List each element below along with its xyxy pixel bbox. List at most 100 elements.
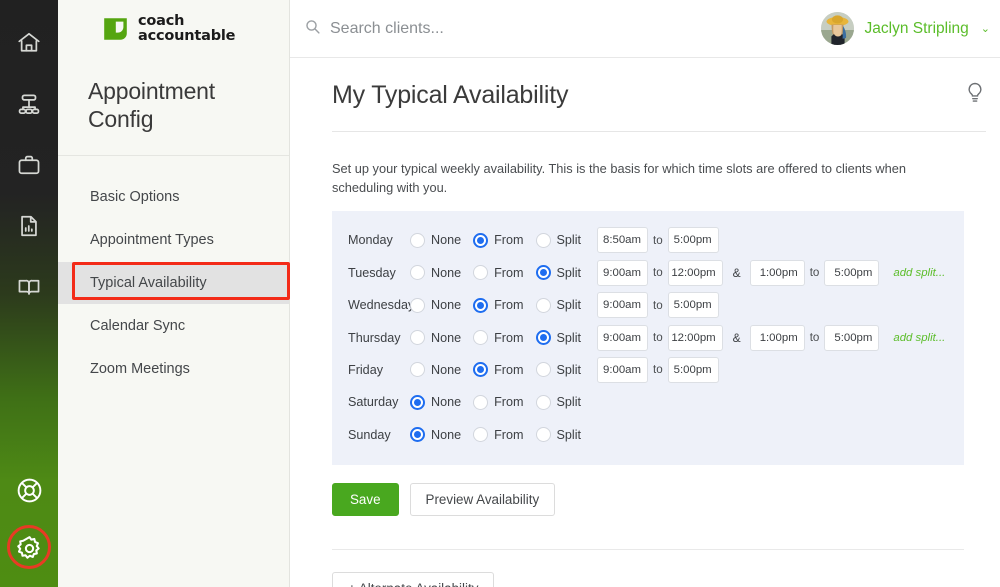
to-label: to — [653, 266, 663, 280]
radio-split-input[interactable] — [535, 232, 551, 248]
radio-none[interactable]: None — [410, 232, 461, 248]
radio-from-input[interactable] — [473, 297, 489, 313]
end-time-input[interactable]: 12:00pm — [667, 324, 723, 351]
sidebar-item-appointment-types[interactable]: Appointment Types — [58, 219, 289, 261]
start-time-input[interactable]: 9:00am — [597, 259, 648, 286]
radio-from[interactable]: From — [473, 297, 524, 313]
radio-split[interactable]: Split — [535, 427, 581, 443]
radio-split[interactable]: Split — [535, 265, 581, 281]
split-start-time-input[interactable]: 1:00pm — [749, 259, 805, 286]
time-range: 9:00am to 5:00pm — [597, 356, 719, 383]
radio-none[interactable]: None — [410, 427, 461, 443]
to-label: to — [653, 298, 663, 312]
radio-none[interactable]: None — [410, 297, 461, 313]
radio-split[interactable]: Split — [535, 394, 581, 410]
radio-none[interactable]: None — [410, 362, 461, 378]
end-time-input[interactable]: 5:00pm — [667, 292, 719, 319]
chevron-down-icon[interactable]: ⌄ — [981, 22, 990, 35]
rail-item-clients[interactable] — [0, 134, 58, 195]
to-label: to — [809, 331, 820, 345]
ampersand-label: & — [732, 265, 741, 280]
start-time-input[interactable]: 9:00am — [597, 292, 648, 319]
radio-split-input[interactable] — [535, 265, 551, 281]
sidebar-item-zoom-meetings[interactable]: Zoom Meetings — [58, 348, 289, 390]
lightbulb-icon[interactable] — [964, 80, 986, 111]
add-split-link[interactable]: add split... — [893, 332, 945, 344]
radio-from[interactable]: From — [473, 362, 524, 378]
radio-from-input[interactable] — [473, 362, 489, 378]
brand-logo[interactable]: coach accountable — [58, 0, 289, 44]
radio-from[interactable]: From — [473, 232, 524, 248]
add-alternate-availability-button[interactable]: + Alternate Availability — [332, 571, 495, 587]
radio-from-input[interactable] — [473, 427, 489, 443]
search-field[interactable]: Search clients... — [304, 18, 821, 40]
radio-none-input[interactable] — [410, 232, 425, 248]
radio-none[interactable]: None — [410, 265, 461, 281]
radio-none-label: None — [431, 330, 462, 345]
radio-split[interactable]: Split — [535, 297, 581, 313]
start-time-input[interactable]: 9:00am — [597, 324, 648, 351]
mode-radio-group: None From Split — [410, 330, 593, 346]
split-end-time-input[interactable]: 5:00pm — [824, 259, 880, 286]
action-button-row: Save Preview Availability — [332, 482, 986, 516]
radio-split[interactable]: Split — [535, 232, 581, 248]
mode-radio-group: None From Split — [410, 362, 593, 378]
start-time-input[interactable]: 8:50am — [597, 227, 648, 254]
add-split-link[interactable]: add split... — [893, 267, 945, 279]
leaf-logo-icon — [102, 15, 129, 42]
rail-item-reports[interactable] — [0, 195, 58, 256]
rail-item-settings[interactable] — [0, 519, 58, 577]
radio-from-input[interactable] — [473, 394, 489, 410]
radio-from-input[interactable] — [473, 330, 489, 346]
availability-row-saturday: Saturday None From Split — [332, 386, 964, 418]
radio-none-input[interactable] — [410, 394, 425, 410]
split-end-time-input[interactable]: 5:00pm — [824, 324, 880, 351]
rail-item-teams[interactable] — [0, 73, 58, 134]
end-time-input[interactable]: 12:00pm — [667, 259, 723, 286]
radio-split-input[interactable] — [535, 362, 551, 378]
page-content: My Typical Availability Set up your typi… — [290, 58, 1000, 587]
rail-item-help[interactable] — [0, 461, 58, 519]
radio-from-label: From — [494, 298, 524, 313]
radio-none[interactable]: None — [410, 330, 462, 346]
radio-none-input[interactable] — [410, 265, 425, 281]
radio-none-input[interactable] — [410, 362, 425, 378]
sidebar-item-calendar-sync[interactable]: Calendar Sync — [58, 305, 289, 347]
radio-none-input[interactable] — [410, 330, 425, 346]
lifebuoy-help-icon — [15, 476, 44, 505]
user-menu[interactable]: Jaclyn Stripling ⌄ — [820, 12, 990, 45]
radio-split[interactable]: Split — [535, 362, 581, 378]
start-time-input[interactable]: 9:00am — [597, 356, 648, 383]
page-header: My Typical Availability — [332, 80, 986, 111]
radio-split-input[interactable] — [535, 297, 551, 313]
brand-line-1: coach — [138, 13, 185, 29]
radio-split-input[interactable] — [535, 330, 551, 346]
sidebar-item-typical-availability[interactable]: Typical Availability — [58, 262, 289, 304]
preview-availability-button[interactable]: Preview Availability — [409, 482, 556, 516]
radio-none[interactable]: None — [410, 394, 461, 410]
end-time-input[interactable]: 5:00pm — [667, 227, 719, 254]
radio-from-input[interactable] — [473, 232, 489, 248]
radio-none-input[interactable] — [410, 427, 425, 443]
radio-from[interactable]: From — [473, 427, 524, 443]
title-divider — [332, 131, 986, 132]
save-button[interactable]: Save — [332, 482, 399, 516]
radio-split-input[interactable] — [535, 427, 551, 443]
radio-from[interactable]: From — [473, 330, 524, 346]
radio-split-input[interactable] — [535, 394, 551, 410]
radio-from[interactable]: From — [473, 265, 524, 281]
rail-item-home[interactable] — [0, 12, 58, 73]
sidebar-item-basic-options[interactable]: Basic Options — [58, 176, 289, 218]
radio-from-input[interactable] — [473, 265, 489, 281]
report-icon — [16, 213, 42, 239]
radio-split[interactable]: Split — [535, 330, 581, 346]
day-label: Saturday — [348, 395, 399, 410]
settings-highlight-ring — [7, 525, 51, 569]
radio-none-input[interactable] — [410, 297, 425, 313]
radio-from[interactable]: From — [473, 394, 524, 410]
section-sidebar: coach accountable Appointment Config Bas… — [58, 0, 290, 587]
sidebar-item-label: Appointment Types — [90, 232, 214, 248]
split-start-time-input[interactable]: 1:00pm — [749, 324, 805, 351]
rail-item-library[interactable] — [0, 256, 58, 317]
end-time-input[interactable]: 5:00pm — [667, 356, 719, 383]
